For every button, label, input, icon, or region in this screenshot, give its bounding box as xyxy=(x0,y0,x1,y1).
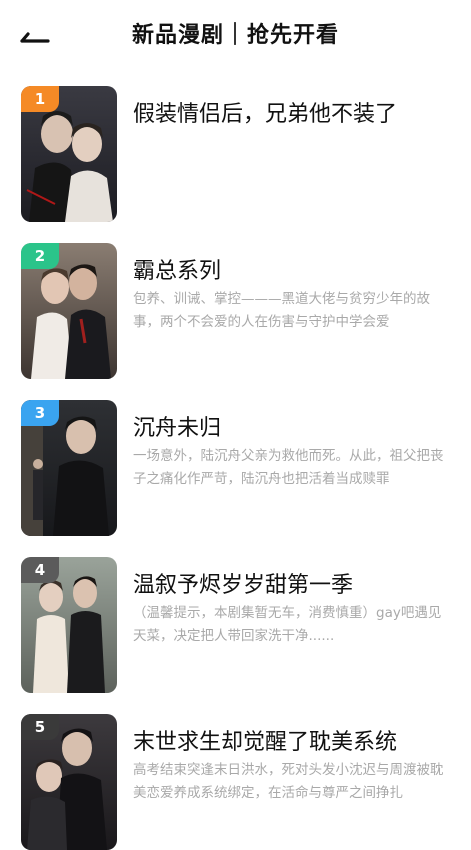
list-item[interactable]: 3 沉舟未归 一场意外，陆沉舟父亲为救他而死。从此，祖父把丧子之痛化作严苛，陆沉… xyxy=(0,400,471,536)
item-title: 假装情侣后，兄弟他不装了 xyxy=(133,102,398,127)
header: 新品漫剧｜抢先开看 xyxy=(0,0,471,70)
item-description: 一场意外，陆沉舟父亲为救他而死。从此，祖父把丧子之痛化作严苛，陆沉舟也把活着当成… xyxy=(133,448,444,487)
rank-badge: 2 xyxy=(21,243,59,269)
rank-badge: 4 xyxy=(21,557,59,583)
item-title: 沉舟未归 xyxy=(133,416,222,441)
cover-image: 4 xyxy=(21,557,117,693)
rank-badge: 5 xyxy=(21,714,59,740)
rank-badge: 3 xyxy=(21,400,59,426)
rank-badge: 1 xyxy=(21,86,59,112)
item-description: （温馨提示，本剧集暂无车，消费慎重）gay吧遇见天菜，决定把人带回家洗干净...… xyxy=(133,605,442,644)
cover-image: 3 xyxy=(21,400,117,536)
item-description: 包养、训诫、掌控———黑道大佬与贫穷少年的故事，两个不会爱的人在伤害与守护中学会… xyxy=(133,291,430,330)
list-item[interactable]: 1 假装情侣后，兄弟他不装了 xyxy=(0,86,471,222)
list-item[interactable]: 4 温叙予烬岁岁甜第一季 （温馨提示，本剧集暂无车，消费慎重）gay吧遇见天菜，… xyxy=(0,557,471,693)
item-description xyxy=(133,131,447,177)
list-item[interactable]: 2 霸总系列 包养、训诫、掌控———黑道大佬与贫穷少年的故事，两个不会爱的人在伤… xyxy=(0,243,471,379)
item-title: 末世求生却觉醒了耽美系统 xyxy=(133,730,398,755)
item-title: 霸总系列 xyxy=(133,259,222,284)
page-title: 新品漫剧｜抢先开看 xyxy=(131,23,339,48)
cover-image: 2 xyxy=(21,243,117,379)
item-title: 温叙予烬岁岁甜第一季 xyxy=(133,573,354,598)
item-description: 高考结束突逢末日洪水，死对头发小沈迟与周渡被耽美恋爱养成系统绑定，在活命与尊严之… xyxy=(133,762,444,801)
cover-image: 1 xyxy=(21,86,117,222)
list-item[interactable]: 5 末世求生却觉醒了耽美系统 高考结束突逢末日洪水，死对头发小沈迟与周渡被耽美恋… xyxy=(0,714,471,850)
cover-image: 5 xyxy=(21,714,117,850)
